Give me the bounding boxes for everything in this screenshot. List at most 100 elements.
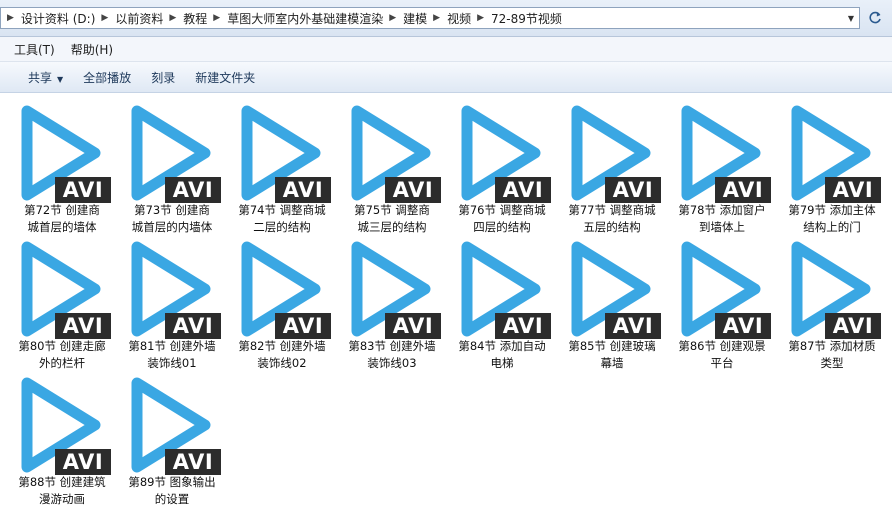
file-item[interactable]: AVI 第75节 调整商 城三层的结构 xyxy=(338,98,446,234)
video-play-icon: AVI xyxy=(345,103,441,203)
file-name-line: 第89节 图象输出 xyxy=(128,475,216,489)
file-name-line: 第88节 创建建筑 xyxy=(18,475,106,489)
file-name: 第78节 添加窗户 到墙体上 xyxy=(668,202,776,236)
chevron-down-icon: ▼ xyxy=(57,74,64,84)
menu-help[interactable]: 帮助(H) xyxy=(65,41,119,58)
avi-badge: AVI xyxy=(165,177,221,203)
file-item[interactable]: AVI 第76节 调整商城 四层的结构 xyxy=(448,98,556,234)
file-name: 第81节 创建外墙 装饰线01 xyxy=(118,338,226,372)
refresh-icon[interactable] xyxy=(862,7,888,29)
chevron-right-icon[interactable]: ▶ xyxy=(213,13,220,23)
file-name-line: 第81节 创建外墙 xyxy=(128,339,216,353)
avi-badge: AVI xyxy=(55,313,111,339)
file-name-line: 的设置 xyxy=(154,492,190,506)
file-list: AVI 第72节 创建商 城首层的墙体 AVI 第73节 创建商 城首层的内墙体 AVI 第7… xyxy=(0,93,892,507)
file-item[interactable]: AVI 第79节 添加主体 结构上的门 xyxy=(778,98,886,234)
avi-badge: AVI xyxy=(495,177,551,203)
chevron-right-icon[interactable]: ▶ xyxy=(477,13,484,23)
breadcrumb-item[interactable]: 以前资料 ▶ xyxy=(115,10,183,27)
file-item[interactable]: AVI 第88节 创建建筑 漫游动画 xyxy=(8,370,116,506)
file-name: 第74节 调整商城 二层的结构 xyxy=(228,202,336,236)
video-play-icon: AVI xyxy=(125,375,221,475)
chevron-right-icon[interactable]: ▶ xyxy=(389,13,396,23)
file-name: 第83节 创建外墙 装饰线03 xyxy=(338,338,446,372)
file-item[interactable]: AVI 第87节 添加材质 类型 xyxy=(778,234,886,370)
video-play-icon: AVI xyxy=(785,239,881,339)
file-name-line: 第87节 添加材质 xyxy=(788,339,876,353)
avi-badge: AVI xyxy=(165,449,221,475)
video-play-icon: AVI xyxy=(565,103,661,203)
file-item[interactable]: AVI 第80节 创建走廊 外的栏杆 xyxy=(8,234,116,370)
file-name-line: 第79节 添加主体 xyxy=(788,203,876,217)
file-name: 第84节 添加自动 电梯 xyxy=(448,338,556,372)
file-name-line: 电梯 xyxy=(490,356,514,370)
breadcrumb-root-chevron[interactable]: ▶ xyxy=(1,13,21,23)
file-name: 第72节 创建商 城首层的墙体 xyxy=(8,202,116,236)
file-name: 第85节 创建玻璃 幕墙 xyxy=(558,338,666,372)
new-folder-button[interactable]: 新建文件夹 xyxy=(185,69,265,86)
breadcrumb[interactable]: ▶ 设计资料 (D:) ▶ 以前资料 ▶ 教程 ▶ 草图大师室内外基础建模渲染 ▶ 建模… xyxy=(0,7,860,29)
file-item[interactable]: AVI 第89节 图象输出 的设置 xyxy=(118,370,226,506)
file-name-line: 第76节 调整商城 xyxy=(458,203,546,217)
video-play-icon: AVI xyxy=(235,103,331,203)
file-name-line: 第83节 创建外墙 xyxy=(348,339,436,353)
file-item[interactable]: AVI 第85节 创建玻璃 幕墙 xyxy=(558,234,666,370)
file-item[interactable]: AVI 第86节 创建观景 平台 xyxy=(668,234,776,370)
command-bar: 共享 ▼ 全部播放 刻录 新建文件夹 xyxy=(0,62,892,93)
avi-badge: AVI xyxy=(275,313,331,339)
share-button[interactable]: 共享 ▼ xyxy=(18,69,73,86)
file-name-line: 第73节 创建商 xyxy=(134,203,210,217)
file-name: 第88节 创建建筑 漫游动画 xyxy=(8,474,116,508)
chevron-right-icon: ▶ xyxy=(7,13,14,23)
breadcrumb-current[interactable]: 72-89节视频 xyxy=(491,10,562,27)
file-name: 第73节 创建商 城首层的内墙体 xyxy=(118,202,226,236)
breadcrumb-item[interactable]: 草图大师室内外基础建模渲染 ▶ xyxy=(227,10,403,27)
file-item[interactable]: AVI 第81节 创建外墙 装饰线01 xyxy=(118,234,226,370)
chevron-right-icon[interactable]: ▶ xyxy=(169,13,176,23)
avi-badge: AVI xyxy=(825,313,881,339)
file-name: 第75节 调整商 城三层的结构 xyxy=(338,202,446,236)
file-name-line: 第82节 创建外墙 xyxy=(238,339,326,353)
video-play-icon: AVI xyxy=(125,239,221,339)
avi-badge: AVI xyxy=(825,177,881,203)
chevron-right-icon[interactable]: ▶ xyxy=(101,13,108,23)
file-name-line: 第74节 调整商城 xyxy=(238,203,326,217)
video-play-icon: AVI xyxy=(565,239,661,339)
file-name: 第87节 添加材质 类型 xyxy=(778,338,886,372)
avi-badge: AVI xyxy=(715,177,771,203)
file-item[interactable]: AVI 第77节 调整商城 五层的结构 xyxy=(558,98,666,234)
breadcrumb-item[interactable]: 设计资料 (D:) ▶ xyxy=(21,10,115,27)
file-item[interactable]: AVI 第82节 创建外墙 装饰线02 xyxy=(228,234,336,370)
file-name-line: 第78节 添加窗户 xyxy=(678,203,766,217)
file-item[interactable]: AVI 第83节 创建外墙 装饰线03 xyxy=(338,234,446,370)
avi-badge: AVI xyxy=(715,313,771,339)
file-item[interactable]: AVI 第74节 调整商城 二层的结构 xyxy=(228,98,336,234)
play-all-button[interactable]: 全部播放 xyxy=(73,69,141,86)
file-name-line: 第80节 创建走廊 xyxy=(18,339,106,353)
file-name: 第89节 图象输出 的设置 xyxy=(118,474,226,508)
file-name-line: 装饰线02 xyxy=(257,356,307,370)
file-name-line: 第85节 创建玻璃 xyxy=(568,339,656,353)
file-item[interactable]: AVI 第72节 创建商 城首层的墙体 xyxy=(8,98,116,234)
burn-button[interactable]: 刻录 xyxy=(141,69,185,86)
avi-badge: AVI xyxy=(605,313,661,339)
file-item[interactable]: AVI 第78节 添加窗户 到墙体上 xyxy=(668,98,776,234)
avi-badge: AVI xyxy=(55,177,111,203)
chevron-down-icon[interactable]: ▼ xyxy=(843,8,859,28)
menu-tools[interactable]: 工具(T) xyxy=(8,41,61,58)
breadcrumb-item[interactable]: 建模 ▶ xyxy=(403,10,447,27)
file-name-line: 第77节 调整商城 xyxy=(568,203,656,217)
chevron-right-icon[interactable]: ▶ xyxy=(433,13,440,23)
avi-badge: AVI xyxy=(55,449,111,475)
file-item[interactable]: AVI 第73节 创建商 城首层的内墙体 xyxy=(118,98,226,234)
file-name-line: 第86节 创建观景 xyxy=(678,339,766,353)
file-name-line: 第72节 创建商 xyxy=(24,203,100,217)
breadcrumb-item[interactable]: 教程 ▶ xyxy=(183,10,227,27)
video-play-icon: AVI xyxy=(675,239,771,339)
breadcrumb-item[interactable]: 视频 ▶ xyxy=(447,10,491,27)
avi-badge: AVI xyxy=(385,177,441,203)
video-play-icon: AVI xyxy=(455,239,551,339)
file-item[interactable]: AVI 第84节 添加自动 电梯 xyxy=(448,234,556,370)
video-play-icon: AVI xyxy=(675,103,771,203)
video-play-icon: AVI xyxy=(15,103,111,203)
